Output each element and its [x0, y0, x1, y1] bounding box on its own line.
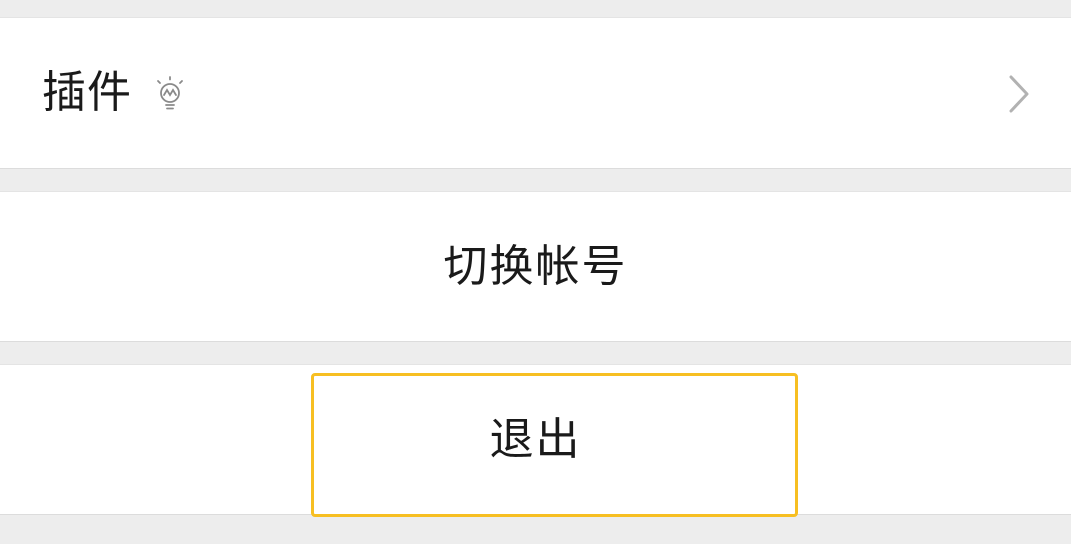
- chevron-right-icon: [1009, 75, 1029, 113]
- lightbulb-icon: [157, 76, 183, 110]
- switch-account-label: 切换帐号: [443, 240, 628, 292]
- settings-row-plugins[interactable]: 插件: [0, 17, 1071, 169]
- switch-account-button[interactable]: 切换帐号: [0, 191, 1071, 342]
- logout-label: 退出: [489, 413, 582, 465]
- logout-button[interactable]: 退出: [0, 364, 1071, 515]
- plugins-label: 插件: [42, 67, 132, 118]
